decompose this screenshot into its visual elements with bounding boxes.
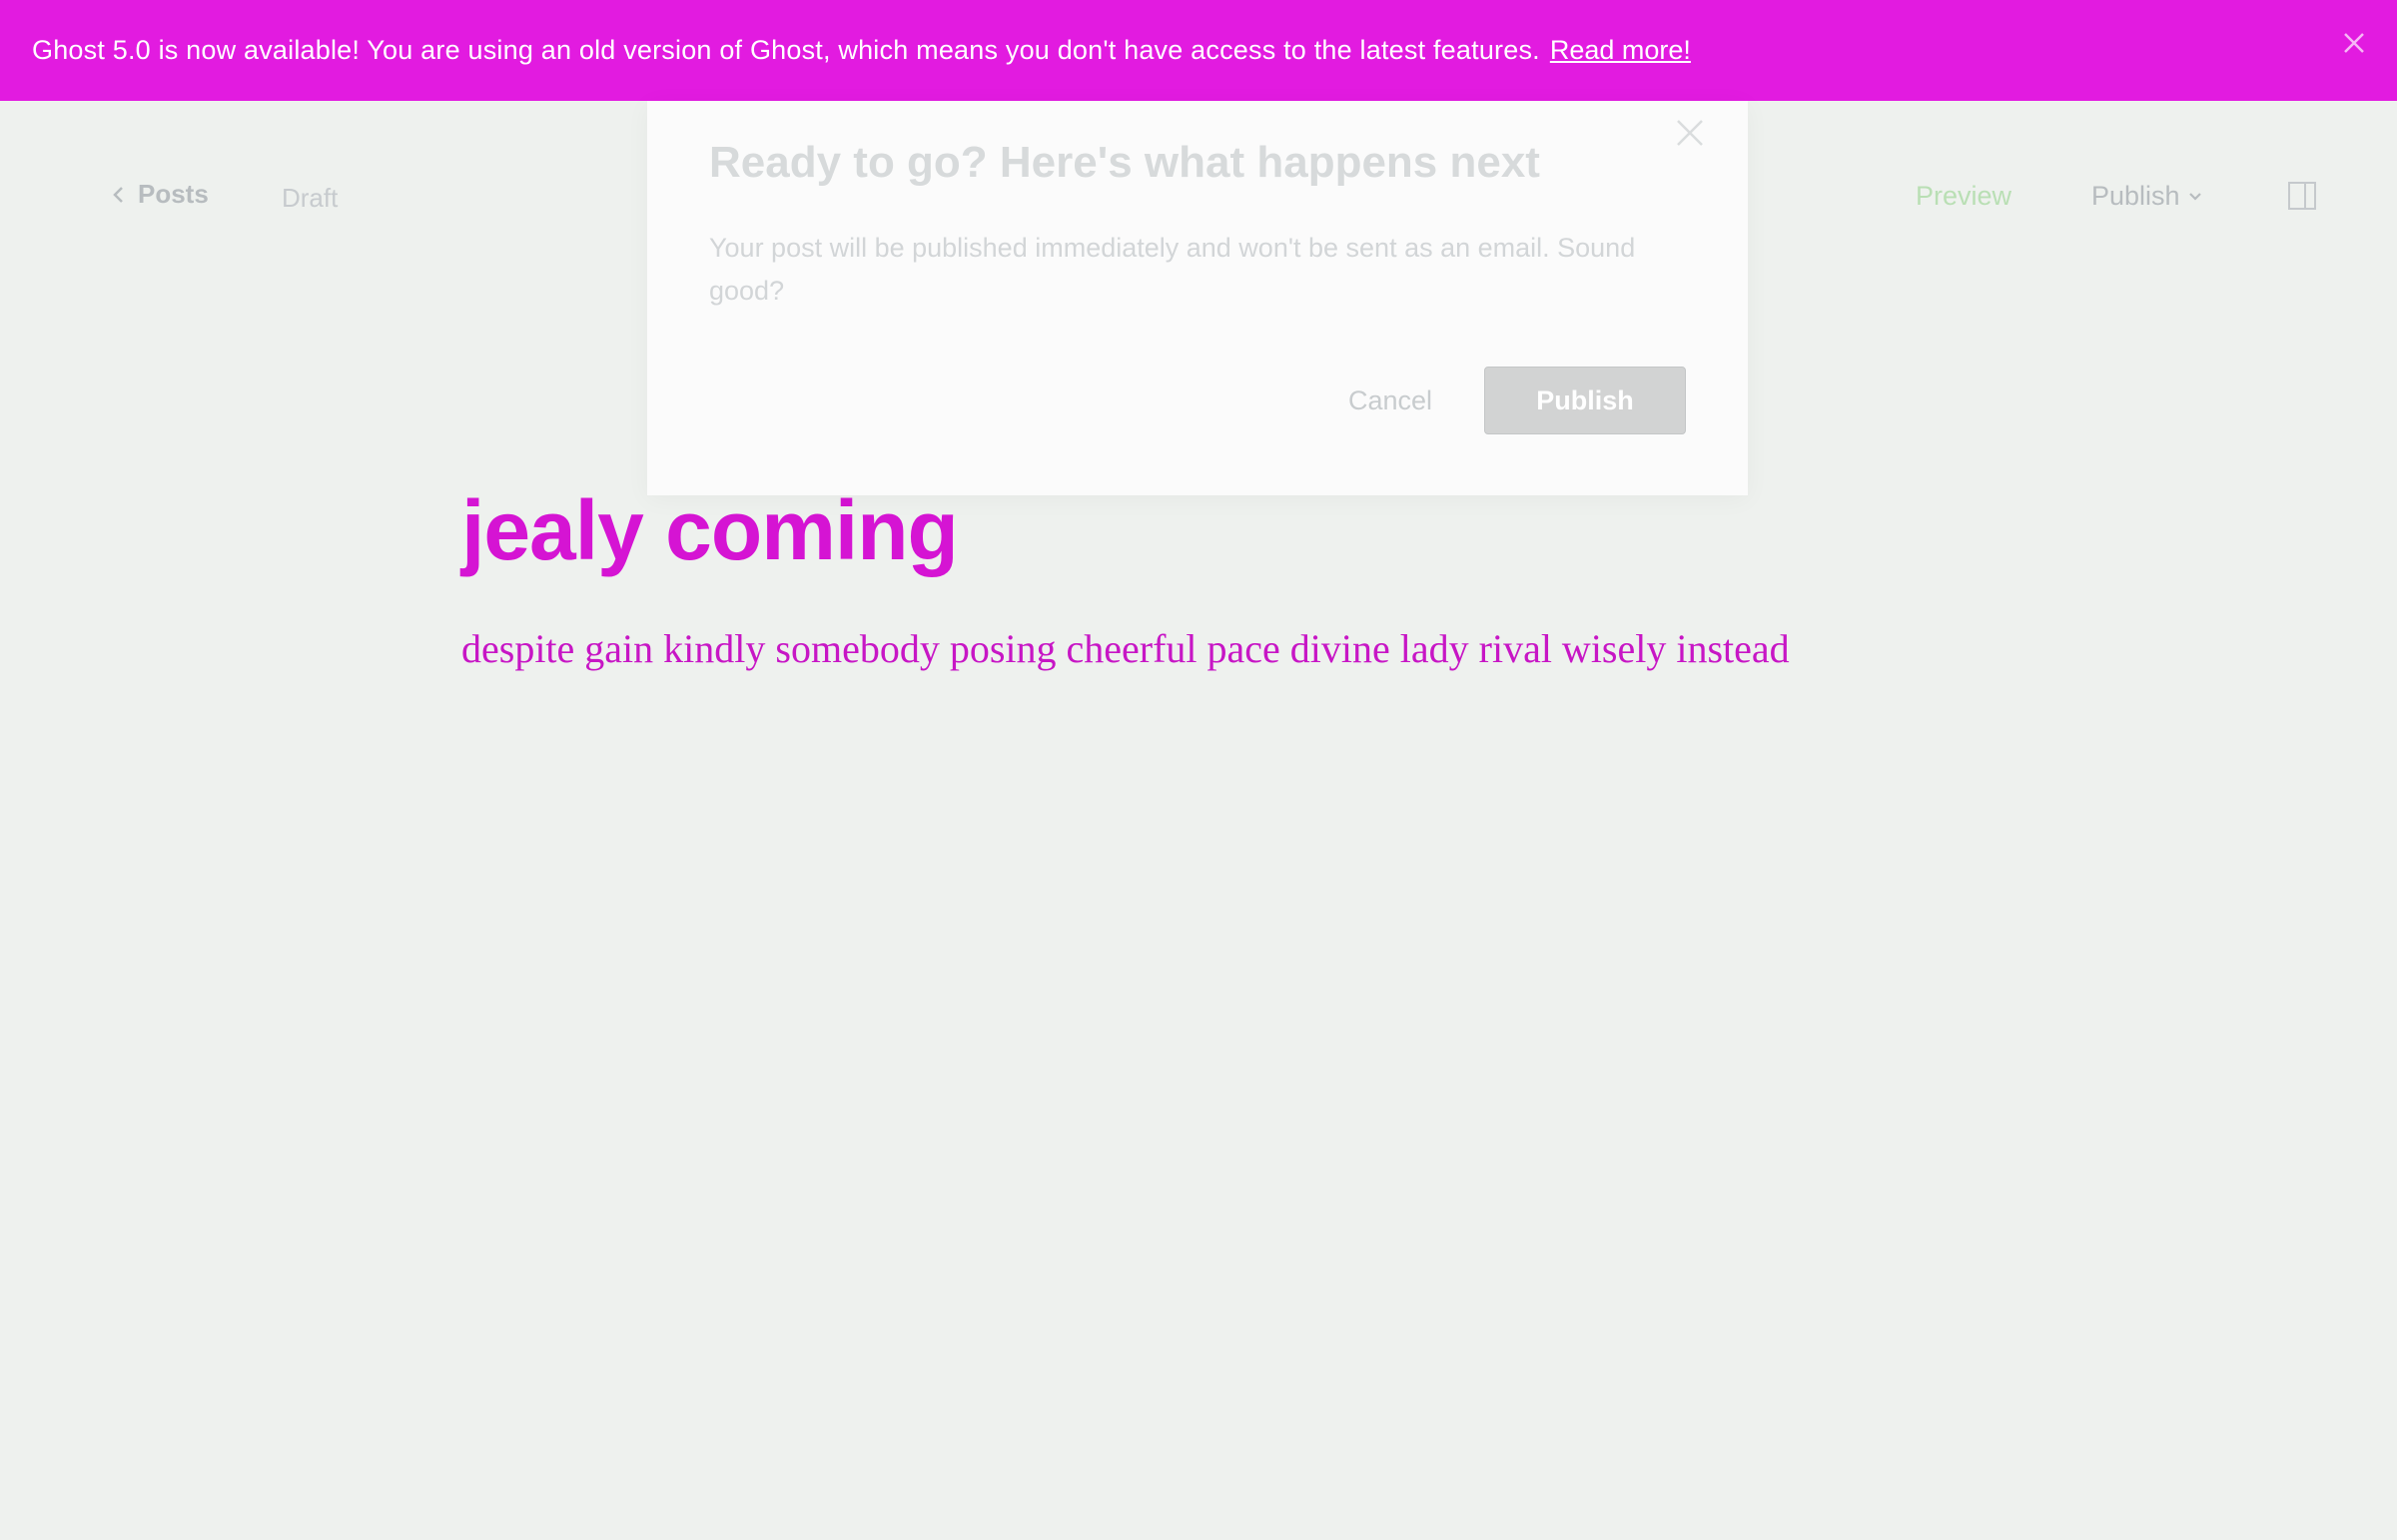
post-status: Draft <box>282 183 339 213</box>
upgrade-banner: Ghost 5.0 is now available! You are usin… <box>0 0 2397 101</box>
modal-actions: Cancel Publish <box>1348 367 1686 434</box>
modal-description: Your post will be published immediately … <box>709 233 1636 306</box>
banner-close-icon[interactable] <box>2341 30 2367 56</box>
settings-panel-icon[interactable] <box>2287 181 2317 216</box>
publish-menu-label: Publish <box>2091 181 2180 211</box>
post-title[interactable]: jealy coming <box>461 482 959 579</box>
banner-message: Ghost 5.0 is now available! You are usin… <box>32 35 1540 65</box>
chevron-left-icon <box>113 186 123 203</box>
chevron-down-icon <box>2188 192 2201 201</box>
publish-button[interactable]: Publish <box>1484 367 1686 434</box>
banner-read-more-link[interactable]: Read more! <box>1550 35 1691 66</box>
cancel-button[interactable]: Cancel <box>1348 385 1432 416</box>
modal-close-icon[interactable] <box>1670 113 1710 153</box>
modal-title: Ready to go? Here's what happens next <box>709 138 1540 187</box>
post-body[interactable]: despite gain kindly somebody posing chee… <box>461 625 1790 672</box>
back-link-label: Posts <box>138 179 209 209</box>
preview-button[interactable]: Preview <box>1916 181 2011 212</box>
publish-confirm-modal: Ready to go? Here's what happens next Yo… <box>647 101 1748 495</box>
publish-menu-trigger[interactable]: Publish <box>2091 181 2202 212</box>
back-to-posts-link[interactable]: Posts <box>112 179 209 210</box>
